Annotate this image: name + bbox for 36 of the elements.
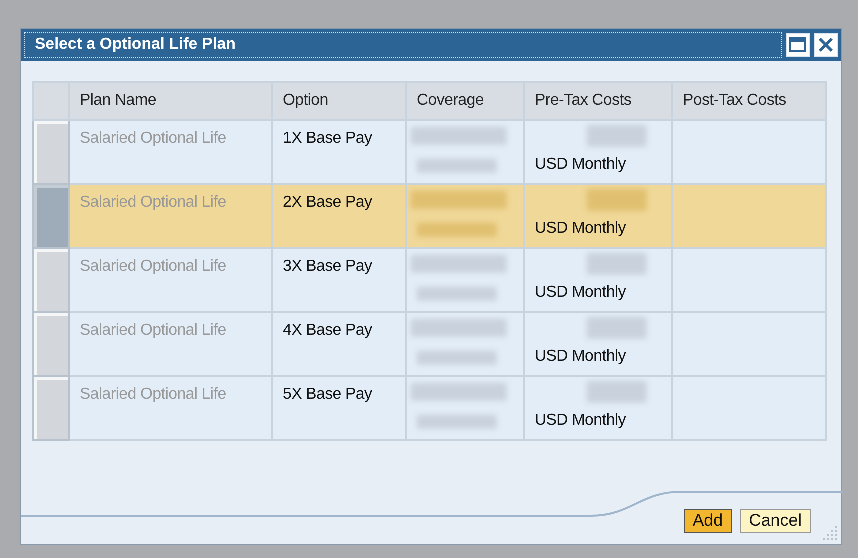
column-header[interactable]: Plan Name bbox=[69, 82, 272, 120]
column-header[interactable]: Coverage bbox=[406, 82, 524, 120]
redacted-value bbox=[587, 189, 647, 211]
row-selector[interactable] bbox=[33, 376, 69, 440]
row-selector[interactable] bbox=[33, 120, 69, 184]
column-header[interactable]: Option bbox=[272, 82, 406, 120]
table-cell: 2X Base Pay bbox=[272, 184, 406, 248]
cost-unit-text: USD Monthly bbox=[535, 219, 628, 239]
resize-grip-icon[interactable] bbox=[823, 524, 839, 540]
close-icon[interactable] bbox=[814, 33, 838, 57]
table-cell: Salaried Optional Life bbox=[69, 120, 272, 184]
redacted-value bbox=[587, 381, 647, 403]
table-cell: 5X Base Pay bbox=[272, 376, 406, 440]
table-cell: Salaried Optional Life bbox=[69, 248, 272, 312]
redacted-value bbox=[587, 317, 647, 339]
table-cell: 4X Base Pay bbox=[272, 312, 406, 376]
cost-unit-text: USD Monthly bbox=[535, 347, 628, 367]
cost-unit-text: USD Monthly bbox=[535, 155, 628, 175]
row-selector[interactable] bbox=[33, 248, 69, 312]
add-button[interactable]: Add bbox=[684, 508, 732, 534]
maximize-icon[interactable] bbox=[786, 33, 810, 57]
table-cell: Salaried Optional Life bbox=[69, 312, 272, 376]
table-cell: 3X Base Pay bbox=[272, 248, 406, 312]
table-cell: 1X Base Pay bbox=[272, 120, 406, 184]
row-selector[interactable] bbox=[33, 312, 69, 376]
column-header[interactable]: Pre-Tax Costs bbox=[524, 82, 672, 120]
cost-unit-text: USD Monthly bbox=[535, 283, 628, 303]
row-selector[interactable] bbox=[33, 184, 69, 248]
column-header[interactable]: Post-Tax Costs bbox=[672, 82, 826, 120]
table-cell: Salaried Optional Life bbox=[69, 184, 272, 248]
redacted-value bbox=[587, 125, 647, 147]
cancel-button[interactable]: Cancel bbox=[740, 508, 811, 534]
cost-unit-text: USD Monthly bbox=[535, 411, 628, 431]
table-cell: Salaried Optional Life bbox=[69, 376, 272, 440]
window-title: Select a Optional Life Plan bbox=[24, 32, 782, 58]
redacted-value bbox=[587, 253, 647, 275]
